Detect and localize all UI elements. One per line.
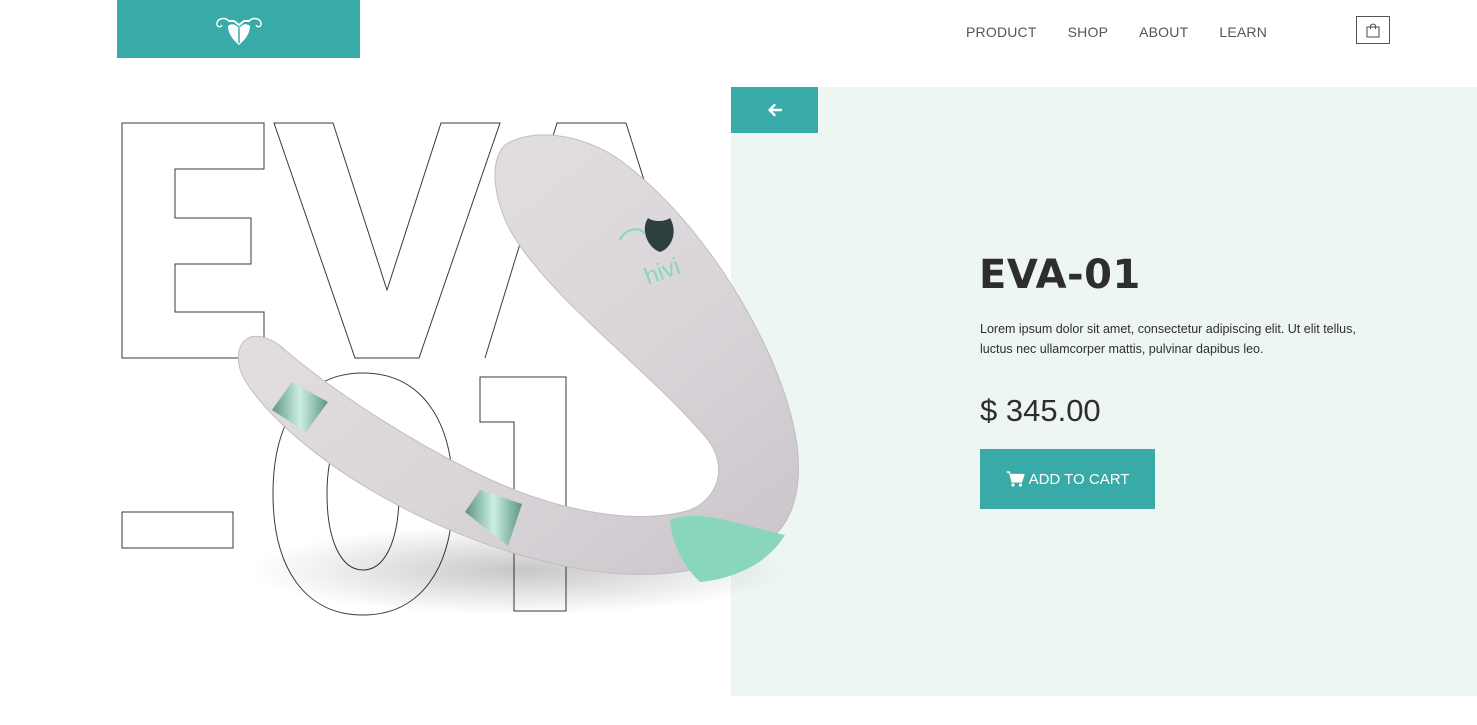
cart-button[interactable] xyxy=(1356,16,1390,44)
shopping-cart-icon xyxy=(1006,471,1025,487)
product-image: hivi xyxy=(237,134,799,582)
product-title: EVA-01 xyxy=(979,252,1141,298)
nav-about[interactable]: ABOUT xyxy=(1139,23,1188,41)
back-button[interactable] xyxy=(731,87,818,133)
main-nav: PRODUCT SHOP ABOUT LEARN xyxy=(966,23,1298,41)
shopping-bag-icon xyxy=(1366,23,1380,38)
nav-shop[interactable]: SHOP xyxy=(1068,23,1108,41)
product-price: $ 345.00 xyxy=(980,393,1101,428)
add-to-cart-button[interactable]: ADD TO CART xyxy=(980,449,1155,509)
product-description: Lorem ipsum dolor sit amet, consectetur … xyxy=(980,322,1356,356)
arrow-left-icon xyxy=(767,103,782,117)
nav-learn[interactable]: LEARN xyxy=(1219,23,1267,41)
nav-product[interactable]: PRODUCT xyxy=(966,23,1037,41)
add-to-cart-label: ADD TO CART xyxy=(1028,470,1130,488)
